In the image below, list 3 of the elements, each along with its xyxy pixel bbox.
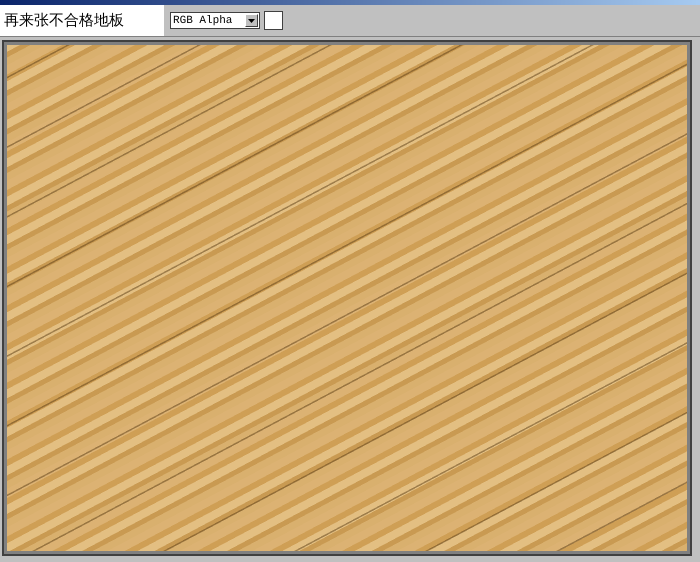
color-swatch[interactable]: [264, 11, 283, 30]
channel-dropdown[interactable]: RGB Alpha: [170, 12, 260, 29]
caption-text: 再来张不合格地板: [0, 5, 164, 36]
